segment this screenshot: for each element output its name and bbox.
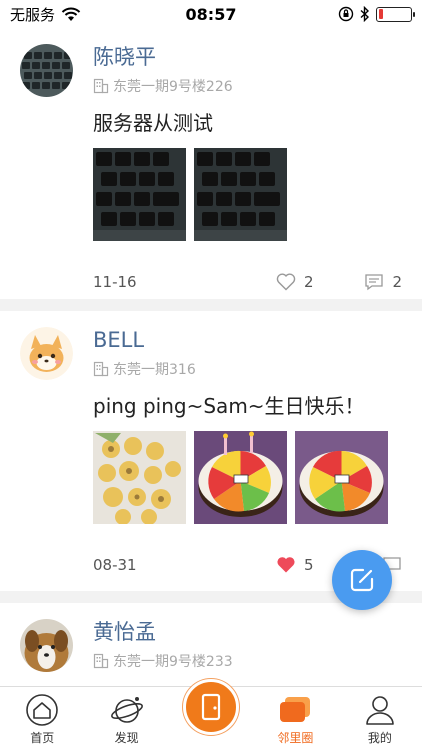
post-photo[interactable] bbox=[194, 431, 287, 524]
avatar[interactable] bbox=[20, 44, 73, 97]
wifi-icon bbox=[61, 7, 81, 21]
address: 东莞一期9号楼226 bbox=[93, 76, 402, 96]
rotation-lock-icon bbox=[338, 6, 354, 22]
tab-discover[interactable]: 发现 bbox=[84, 687, 168, 750]
compose-button[interactable] bbox=[332, 550, 392, 610]
carrier-label: 无服务 bbox=[10, 5, 56, 24]
door-icon bbox=[201, 693, 221, 721]
address-text: 东莞一期316 bbox=[113, 362, 196, 378]
post: BELL 东莞一期316 ping ping~Sam~生日快乐！ 08-31 5 bbox=[0, 311, 422, 591]
post: 黄怡孟 东莞一期9号楼233 bbox=[0, 603, 422, 686]
person-icon bbox=[363, 693, 397, 727]
post-photo[interactable] bbox=[93, 431, 186, 524]
post-text: 服务器从测试 bbox=[93, 111, 213, 135]
status-right bbox=[338, 6, 415, 22]
avatar[interactable] bbox=[20, 327, 73, 380]
battery-fill bbox=[378, 9, 384, 19]
address: 东莞一期9号楼233 bbox=[93, 651, 402, 671]
tab-bar: 首页 发现 邻里圈 我的 bbox=[0, 679, 422, 750]
comment-icon bbox=[365, 274, 384, 291]
post-content: BELL 东莞一期316 ping ping~Sam~生日快乐！ 08-31 5 bbox=[93, 325, 402, 578]
chat-cards-icon bbox=[278, 693, 312, 727]
post-date: 11-16 bbox=[93, 273, 137, 291]
screen: 无服务 08:57 陈晓平 东莞一期9号楼226 服务器从测试 11-16 2 … bbox=[0, 0, 422, 750]
post-photo[interactable] bbox=[295, 431, 388, 524]
like-button[interactable]: 2 bbox=[276, 273, 356, 291]
tab-label: 我的 bbox=[367, 731, 392, 745]
heart-filled-icon bbox=[277, 557, 295, 573]
heart-outline-icon bbox=[276, 273, 296, 291]
status-bar: 无服务 08:57 bbox=[0, 0, 422, 28]
post-content: 陈晓平 东莞一期9号楼226 服务器从测试 11-16 2 2 bbox=[93, 42, 402, 295]
tab-mine[interactable]: 我的 bbox=[338, 687, 422, 750]
like-count: 5 bbox=[304, 556, 314, 574]
post: 陈晓平 东莞一期9号楼226 服务器从测试 11-16 2 2 bbox=[0, 28, 422, 299]
status-left: 无服务 bbox=[10, 4, 81, 25]
post-content: 黄怡孟 东莞一期9号楼233 bbox=[93, 617, 402, 671]
building-icon bbox=[93, 78, 109, 94]
building-icon bbox=[93, 361, 109, 377]
author-name[interactable]: 陈晓平 bbox=[93, 42, 402, 72]
post-text: ping ping~Sam~生日快乐！ bbox=[93, 394, 365, 418]
planet-icon bbox=[110, 693, 144, 727]
post-date: 08-31 bbox=[93, 556, 137, 574]
tab-label: 发现 bbox=[114, 731, 139, 745]
post-photo[interactable] bbox=[93, 148, 186, 241]
open-door-button[interactable] bbox=[183, 679, 240, 735]
battery-icon bbox=[376, 6, 415, 22]
photo-grid bbox=[93, 148, 402, 241]
compose-icon bbox=[350, 568, 374, 592]
author-name[interactable]: BELL bbox=[93, 325, 402, 355]
building-icon bbox=[93, 653, 109, 669]
avatar[interactable] bbox=[20, 619, 73, 672]
address: 东莞一期316 bbox=[93, 359, 402, 379]
address-text: 东莞一期9号楼233 bbox=[113, 654, 233, 670]
post-photo[interactable] bbox=[194, 148, 287, 241]
tab-door[interactable] bbox=[169, 679, 253, 750]
tab-neighborhood[interactable]: 邻里圈 bbox=[253, 687, 337, 750]
home-icon bbox=[25, 693, 59, 727]
author-name[interactable]: 黄怡孟 bbox=[93, 617, 402, 647]
address-text: 东莞一期9号楼226 bbox=[113, 79, 233, 95]
like-count: 2 bbox=[304, 273, 314, 291]
comment-count: 2 bbox=[392, 273, 402, 291]
comment-button[interactable]: 2 bbox=[356, 273, 402, 291]
tab-label: 邻里圈 bbox=[277, 731, 314, 745]
tab-home[interactable]: 首页 bbox=[0, 687, 84, 750]
tab-label: 首页 bbox=[30, 731, 55, 745]
bluetooth-icon bbox=[360, 6, 370, 22]
post-footer: 11-16 2 2 bbox=[93, 269, 402, 295]
photo-grid bbox=[93, 431, 402, 524]
